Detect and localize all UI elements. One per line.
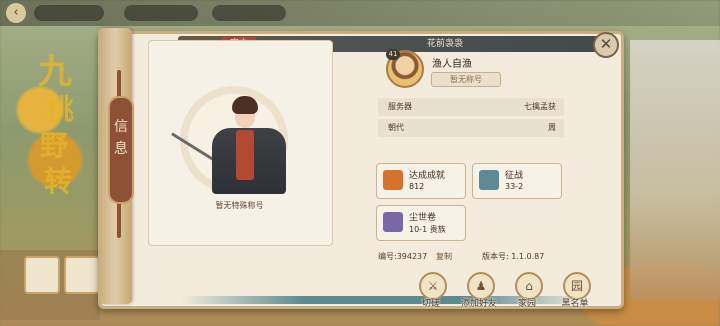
arrow-left-icon: ‹ xyxy=(13,5,19,20)
stat-card-achievement[interactable]: 达成成就 812 xyxy=(376,163,466,199)
blacklist-label: 黑名单 xyxy=(561,299,589,309)
info-key: 朝代 xyxy=(388,123,404,132)
stat-value: 10-1 贵族 xyxy=(409,225,446,234)
achievement-icon xyxy=(383,170,403,190)
title-button[interactable]: 暂无称号 xyxy=(431,72,501,87)
top-bar-pill xyxy=(212,5,286,21)
tab-info-label: 信 息 xyxy=(114,119,128,157)
top-bar-pill xyxy=(124,5,198,21)
top-bar xyxy=(0,0,720,26)
scroll-icon xyxy=(383,212,403,232)
battle-icon xyxy=(479,170,499,190)
character-sash xyxy=(236,130,254,180)
stat-card-battle[interactable]: 征战 33-2 xyxy=(472,163,562,199)
background-item-slot xyxy=(64,256,100,294)
background-building xyxy=(630,40,720,300)
info-row-server: 服务器 七擒孟获 xyxy=(378,98,564,116)
stat-value: 33-2 xyxy=(505,182,524,191)
special-title-caption: 暂无特殊称号 xyxy=(215,201,264,210)
character-hair xyxy=(232,96,258,114)
spine-rod xyxy=(117,70,121,98)
player-name: 渔人自渔 xyxy=(432,59,472,70)
spine-rod xyxy=(117,198,121,238)
top-bar-pill xyxy=(34,5,104,21)
stat-label: 征战 xyxy=(505,171,524,181)
tab-info[interactable]: 信 息 xyxy=(108,96,134,204)
add-friend-button[interactable]: ♟ 添加好友 xyxy=(456,272,502,316)
band-title: 花前袅袅 xyxy=(426,39,463,49)
background-char: 野 xyxy=(40,129,69,162)
version-text: 版本号: 1.1.0.87 xyxy=(482,252,545,261)
spar-button[interactable]: ⚔ 切磋 xyxy=(408,272,454,316)
info-key: 服务器 xyxy=(388,102,412,111)
background-char: 桃 xyxy=(46,93,75,126)
close-icon: ✕ xyxy=(599,35,613,53)
close-button[interactable]: ✕ xyxy=(593,32,619,58)
home-button[interactable]: ⌂ 家园 xyxy=(504,272,550,316)
info-value: 周 xyxy=(548,123,556,132)
background-item-slot xyxy=(24,256,60,294)
stat-card-scroll[interactable]: 尘世卷 10-1 贵族 xyxy=(376,205,466,241)
stat-label: 达成成就 xyxy=(409,171,446,181)
copy-button[interactable]: 复制 xyxy=(436,251,452,262)
stat-value: 812 xyxy=(409,182,425,191)
level-badge: 41 xyxy=(386,49,400,60)
blacklist-button[interactable]: 园 黑名单 xyxy=(552,272,598,316)
background-char: 转 xyxy=(44,165,73,198)
info-row-dynasty: 朝代 周 xyxy=(378,119,564,137)
background-char: 九 xyxy=(38,52,72,92)
info-value: 七擒孟获 xyxy=(524,102,556,111)
player-id: 编号:394237 xyxy=(378,252,428,261)
stat-label: 尘世卷 xyxy=(409,213,437,223)
back-button[interactable]: ‹ xyxy=(6,3,26,23)
